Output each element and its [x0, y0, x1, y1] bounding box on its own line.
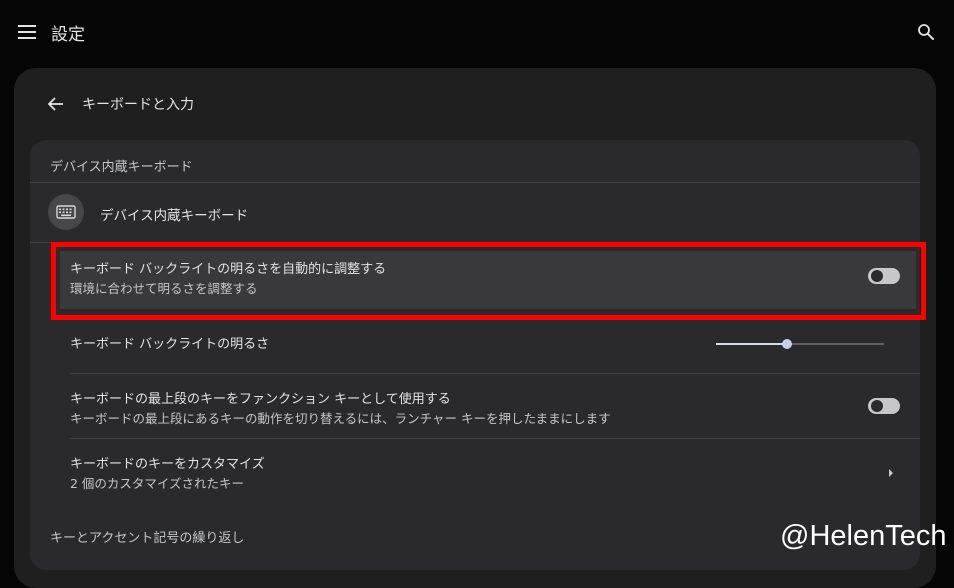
divider	[30, 182, 920, 183]
backlight-brightness-slider[interactable]	[716, 336, 884, 352]
section-header-key-repeat: キーとアクセント記号の繰り返し	[50, 531, 245, 546]
section-header-device-keyboard: デバイス内蔵キーボード	[50, 160, 193, 175]
app-title: 設定	[51, 25, 85, 45]
customize-keys-title[interactable]: キーボードのキーをカスタマイズ	[70, 453, 265, 472]
customize-keys-subtitle: 2 個のカスタマイズされたキー	[70, 476, 245, 491]
backlight-brightness-title: キーボード バックライトの明るさ	[70, 337, 270, 352]
keyboard-icon-container	[48, 194, 84, 230]
slider-thumb[interactable]	[782, 339, 792, 349]
keyboard-icon	[56, 205, 76, 219]
slider-track-active	[716, 343, 787, 345]
function-keys-subtitle: キーボードの最上段にあるキーの動作を切り替えるには、ランチャー キーを押したまま…	[70, 411, 611, 426]
function-keys-title: キーボードの最上段のキーをファンクション キーとして使用する	[70, 392, 451, 407]
app-bar: 設定	[0, 0, 954, 64]
slider-track-rest	[787, 343, 884, 345]
device-keyboard-label: デバイス内蔵キーボード	[100, 208, 249, 224]
highlight-annotation-frame	[51, 242, 926, 320]
menu-icon[interactable]	[18, 24, 36, 40]
search-icon[interactable]	[917, 23, 935, 41]
watermark: @HelenTech	[780, 520, 947, 552]
chevron-right-icon[interactable]	[887, 464, 895, 477]
divider	[70, 373, 920, 374]
back-arrow-icon[interactable]	[46, 94, 66, 114]
divider	[70, 438, 920, 439]
page-title: キーボードと入力	[82, 97, 194, 113]
function-keys-toggle[interactable]	[868, 398, 900, 414]
